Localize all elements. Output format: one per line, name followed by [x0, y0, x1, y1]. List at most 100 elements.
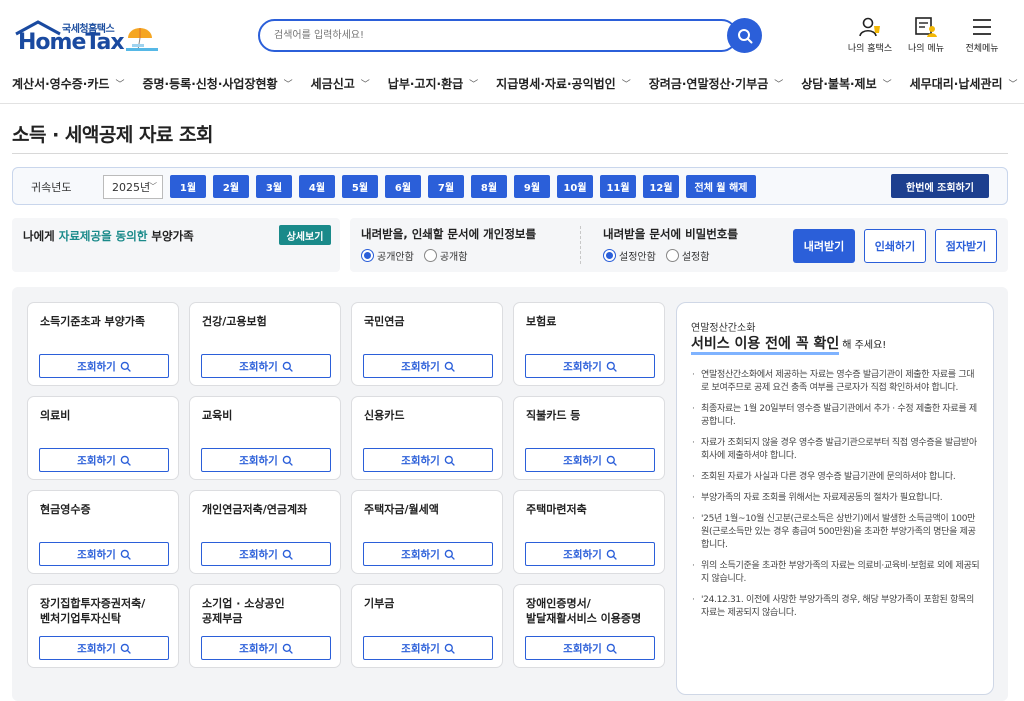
month-button-2[interactable]: 2월 [213, 175, 249, 198]
search-icon [606, 643, 617, 654]
lookup-button-label: 조회하기 [563, 548, 602, 561]
notice-list: 연말정산간소화에서 제공하는 자료는 영수증 발급기관이 제출한 자료를 그대로… [691, 369, 981, 628]
dependent-consent-panel: 나에게 자료제공을 동의한 부양가족 상세보기 [12, 218, 340, 272]
month-button-1[interactable]: 1월 [170, 175, 206, 198]
month-button-10[interactable]: 10월 [557, 175, 593, 198]
lookup-button[interactable]: 조회하기 [525, 354, 655, 378]
lookup-button[interactable]: 조회하기 [363, 354, 493, 378]
lookup-button-label: 조회하기 [563, 454, 602, 467]
year-select-value: 2025년 [112, 181, 151, 194]
month-button-8[interactable]: 8월 [471, 175, 507, 198]
month-button-11[interactable]: 11월 [600, 175, 636, 198]
month-button-3[interactable]: 3월 [256, 175, 292, 198]
chevron-down-icon: ﹀ [774, 80, 784, 90]
hometax-logo[interactable]: 국세청홈택스 HomeTax [12, 18, 162, 58]
nav-label: 세무대리·납세관리 [909, 77, 1003, 91]
search-all-button[interactable]: 한번에 조회하기 [891, 174, 989, 198]
deduction-card: 신용카드 조회하기 [351, 396, 503, 480]
password-option-group: 내려받을 문서에 비밀번호를 설정안함 설정함 [603, 226, 738, 263]
deduction-card: 소기업 · 소상공인 공제부금조회하기 [189, 584, 341, 668]
lookup-button[interactable]: 조회하기 [363, 636, 493, 660]
password-radio-set[interactable]: 설정함 [665, 248, 709, 263]
lookup-button[interactable]: 조회하기 [525, 542, 655, 566]
nav-item-year-end[interactable]: 장려금·연말정산·기부금 ﹀ [649, 75, 784, 92]
lookup-button-label: 조회하기 [239, 454, 278, 467]
download-options-panel: 내려받을, 인쇄할 문서에 개인정보를 공개안함 공개함 내려받을 문서에 비밀… [350, 218, 1008, 272]
lookup-button[interactable]: 조회하기 [363, 542, 493, 566]
month-button-6[interactable]: 6월 [385, 175, 421, 198]
search-input[interactable] [260, 21, 700, 50]
month-button-7[interactable]: 7월 [428, 175, 464, 198]
nav-item-consult[interactable]: 상담·불복·제보 ﹀ [801, 75, 891, 92]
search-icon [444, 455, 455, 466]
month-button-5[interactable]: 5월 [342, 175, 378, 198]
chevron-down-icon: ﹀ [115, 80, 125, 90]
chevron-down-icon: ﹀ [469, 80, 479, 90]
deduction-card: 건강/고용보험 조회하기 [189, 302, 341, 386]
lookup-button[interactable]: 조회하기 [525, 636, 655, 660]
month-button-4[interactable]: 4월 [299, 175, 335, 198]
braille-button[interactable]: 점자받기 [935, 229, 997, 263]
privacy-radio-hide[interactable]: 공개안함 [361, 248, 414, 263]
deduction-card: 의료비 조회하기 [27, 396, 179, 480]
search-icon [444, 549, 455, 560]
deduction-card: 소득기준초과 부양가족 조회하기 [27, 302, 179, 386]
lookup-button[interactable]: 조회하기 [525, 448, 655, 472]
clear-all-months-button[interactable]: 전체 월 해제 [686, 175, 756, 198]
nav-item-agent[interactable]: 세무대리·납세관리 ﹀ [910, 75, 1018, 92]
lookup-button[interactable]: 조회하기 [201, 542, 331, 566]
nav-item-certificate[interactable]: 증명·등록·신청·사업장현황 ﹀ [142, 75, 292, 92]
detail-view-button[interactable]: 상세보기 [279, 225, 331, 245]
deduction-card-title: 주택마련저축 [526, 503, 587, 516]
lookup-button[interactable]: 조회하기 [39, 354, 169, 378]
password-radio-none[interactable]: 설정안함 [603, 248, 656, 263]
deduction-card: 국민연금조회하기 [351, 302, 503, 386]
deduction-card-title: 장기집합투자증권저축/ 벤처기업투자신탁 [40, 597, 146, 625]
year-select[interactable]: 2025년 ﹀ [103, 175, 163, 199]
lookup-button[interactable]: 조회하기 [39, 448, 169, 472]
deduction-card-title: 주택자금/월세액 [364, 503, 439, 516]
notice-item: 부양가족의 자료 조회를 위해서는 자료제공동의 절차가 필요합니다. [691, 492, 981, 505]
deduction-card: 현금영수증 조회하기 [27, 490, 179, 574]
deduction-card-title: 국민연금 [364, 315, 405, 328]
my-hometax-icon [859, 17, 880, 37]
chevron-down-icon: ﹀ [149, 182, 157, 191]
search-button[interactable] [727, 18, 762, 53]
consent-accent: 자료제공을 동의한 [58, 229, 148, 243]
deduction-card-title: 소기업 · 소상공인 공제부금 [202, 597, 285, 625]
lookup-button[interactable]: 조회하기 [39, 636, 169, 660]
deduction-card-title: 보험료 [526, 315, 557, 328]
main-nav: 계산서·영수증·카드 ﹀ 증명·등록·신청·사업장현황 ﹀ 세금신고 ﹀ 납부·고지·… [0, 64, 1024, 104]
privacy-option-group: 내려받을, 인쇄할 문서에 개인정보를 공개안함 공개함 [361, 226, 536, 263]
beach-umbrella-icon [126, 28, 158, 51]
print-button[interactable]: 인쇄하기 [864, 229, 926, 263]
all-menu-label: 전체메뉴 [965, 44, 999, 54]
month-button-9[interactable]: 9월 [514, 175, 550, 198]
nav-item-invoice[interactable]: 계산서·영수증·카드 ﹀ [12, 75, 124, 92]
month-button-12[interactable]: 12월 [643, 175, 679, 198]
lookup-button[interactable]: 조회하기 [201, 448, 331, 472]
all-menu-button[interactable]: 전체메뉴 [954, 16, 1010, 54]
my-menu-button[interactable]: 나의 메뉴 [898, 16, 954, 54]
nav-item-statement[interactable]: 지급명세·자료·공익법인 ﹀ [496, 75, 631, 92]
nav-item-payment[interactable]: 납부·고지·환급 ﹀ [388, 75, 478, 92]
privacy-radio-show[interactable]: 공개함 [423, 248, 467, 263]
lookup-button[interactable]: 조회하기 [39, 542, 169, 566]
search-icon [606, 455, 617, 466]
notice-item: 연말정산간소화에서 제공하는 자료는 영수증 발급기관이 제출한 자료를 그대로… [691, 369, 981, 395]
nav-item-tax-return[interactable]: 세금신고 ﹀ [311, 75, 370, 92]
search-icon [606, 549, 617, 560]
chevron-down-icon: ﹀ [621, 80, 631, 90]
lookup-button-label: 조회하기 [77, 360, 116, 373]
lookup-button[interactable]: 조회하기 [363, 448, 493, 472]
lookup-button[interactable]: 조회하기 [201, 636, 331, 660]
notice-subtitle: 연말정산간소화 [691, 323, 756, 334]
deduction-card: 보험료조회하기 [513, 302, 665, 386]
chevron-down-icon: ﹀ [360, 80, 370, 90]
download-button[interactable]: 내려받기 [793, 229, 855, 263]
lookup-button-label: 조회하기 [401, 454, 440, 467]
my-hometax-button[interactable]: 나의 홈택스 [842, 16, 898, 54]
lookup-button[interactable]: 조회하기 [201, 354, 331, 378]
search-icon [444, 361, 455, 372]
nav-label: 장려금·연말정산·기부금 [648, 77, 769, 91]
